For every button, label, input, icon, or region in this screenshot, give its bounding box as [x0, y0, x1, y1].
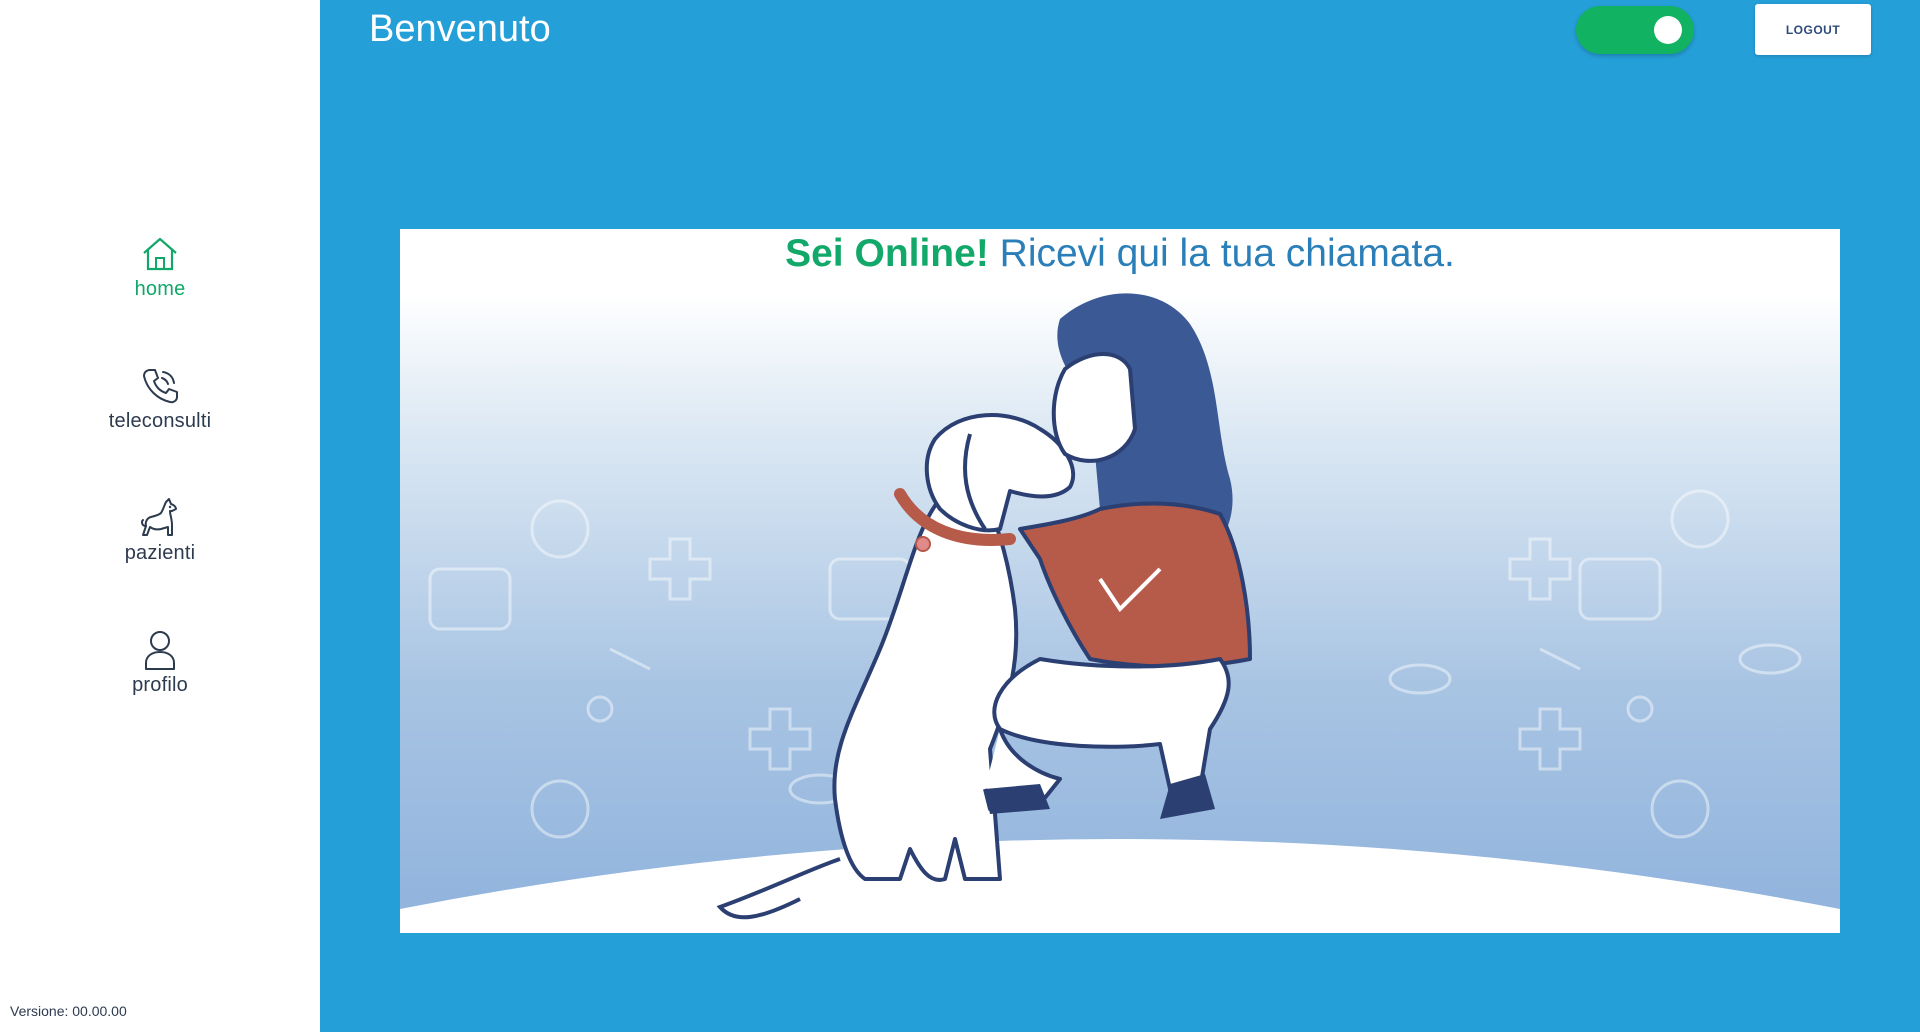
woman-hugging-dog-illustration [400, 293, 1840, 933]
sidebar-item-teleconsulti[interactable]: teleconsulti [0, 364, 320, 460]
version-label: Versione: 00.00.00 [10, 1003, 127, 1019]
sidebar-item-pazienti[interactable]: pazienti [0, 496, 320, 592]
card-title: Sei Online! Ricevi qui la tua chiamata. [400, 229, 1840, 277]
page-title: Benvenuto [369, 8, 551, 50]
home-icon [138, 232, 182, 276]
logout-button[interactable]: LOGOUT [1755, 4, 1871, 55]
sidebar-item-label: pazienti [124, 542, 196, 564]
call-instruction-text: Ricevi qui la tua chiamata. [988, 232, 1455, 275]
sidebar: home teleconsulti pazienti profilo Versi… [0, 0, 320, 1032]
user-icon [138, 628, 182, 672]
online-status-text: Sei Online! [785, 232, 989, 275]
dog-icon [138, 496, 182, 540]
main-panel: Benvenuto LOGOUT Sei Online! Ricevi qui … [320, 0, 1920, 1032]
toggle-knob [1654, 16, 1682, 44]
phone-icon [138, 364, 182, 408]
online-card: Sei Online! Ricevi qui la tua chiamata. [400, 229, 1840, 933]
sidebar-item-label: teleconsulti [108, 410, 212, 432]
sidebar-item-label: profilo [132, 674, 188, 696]
sidebar-item-label: home [134, 278, 186, 300]
sidebar-item-home[interactable]: home [0, 232, 320, 328]
sidebar-item-profilo[interactable]: profilo [0, 628, 320, 724]
online-status-toggle[interactable] [1576, 6, 1694, 54]
